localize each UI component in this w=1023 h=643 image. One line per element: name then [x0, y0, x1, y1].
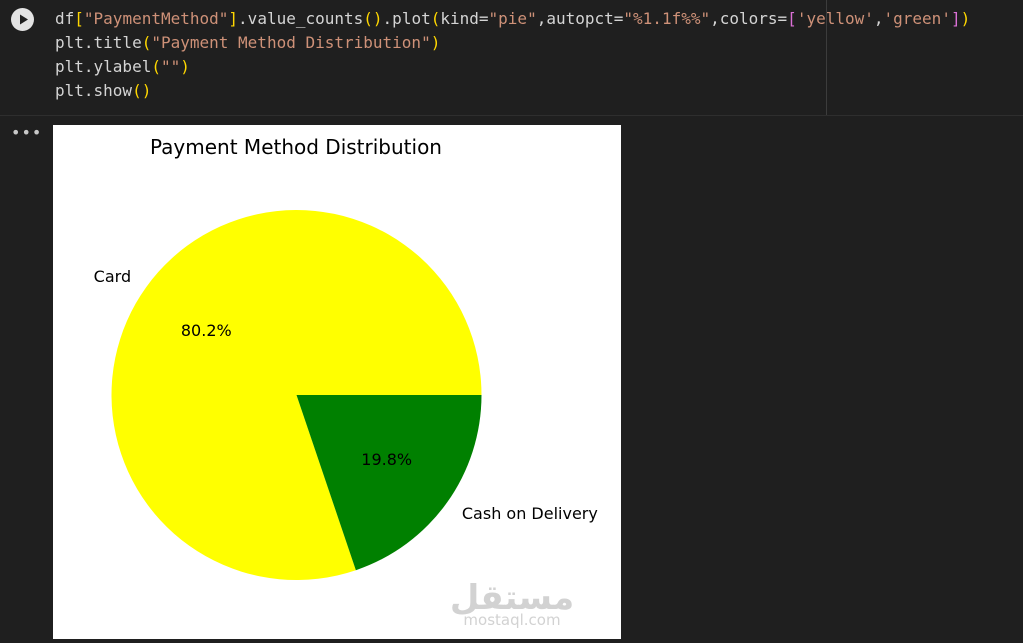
code-token: "Payment Method Distribution" — [151, 33, 431, 52]
code-token: ) — [180, 57, 190, 76]
code-token: 'yellow' — [796, 9, 874, 28]
line-length-ruler — [826, 0, 827, 115]
code-token: plt.title — [55, 33, 142, 52]
slice-percent-label: 19.8% — [361, 450, 412, 469]
code-token: "PaymentMethod" — [83, 9, 229, 28]
code-token: "pie" — [488, 9, 537, 28]
run-cell-button[interactable] — [11, 8, 34, 31]
code-token: ( — [151, 57, 161, 76]
code-token: .value_counts — [238, 9, 364, 28]
code-token: "%1.1f%%" — [623, 9, 711, 28]
watermark-latin: mostaql.com — [463, 611, 560, 629]
code-token: plt.show — [55, 81, 133, 100]
code-token: () — [363, 9, 383, 28]
code-cell[interactable]: df["PaymentMethod"].value_counts().plot(… — [0, 0, 1023, 115]
code-editor[interactable]: df["PaymentMethod"].value_counts().plot(… — [55, 7, 970, 103]
code-line: df["PaymentMethod"].value_counts().plot(… — [55, 9, 970, 28]
code-token: ( — [430, 9, 441, 28]
code-token: ( — [141, 33, 152, 52]
code-line: plt.show() — [55, 81, 151, 100]
code-token: ] — [228, 9, 239, 28]
code-token: ,colors= — [710, 9, 788, 28]
chart-title: Payment Method Distribution — [150, 135, 442, 159]
play-icon — [20, 14, 28, 25]
chart-output: Payment Method Distribution 80.2% Card 19.… — [53, 125, 621, 639]
code-token: 'green' — [883, 9, 951, 28]
code-token: plt.ylabel — [55, 57, 152, 76]
more-horizontal-icon: ••• — [11, 123, 43, 142]
slice-category-label: Cash on Delivery — [462, 504, 598, 523]
pie-chart: Payment Method Distribution 80.2% Card 19.… — [94, 135, 598, 629]
code-token: ,autopct= — [536, 9, 624, 28]
code-line: plt.ylabel("") — [55, 57, 190, 76]
code-token: , — [873, 9, 884, 28]
watermark-logo: مستقل mostaql.com — [450, 578, 574, 629]
code-token: kind= — [440, 9, 489, 28]
code-token: .plot — [382, 9, 431, 28]
code-token: ) — [960, 9, 971, 28]
slice-percent-label: 80.2% — [181, 321, 232, 340]
cell-separator — [0, 115, 1023, 116]
code-token: () — [132, 81, 152, 100]
code-line: plt.title("Payment Method Distribution") — [55, 33, 440, 52]
code-token: ] — [950, 9, 961, 28]
code-token: [ — [74, 9, 84, 28]
slice-category-label: Card — [94, 267, 131, 286]
code-token: ) — [430, 33, 441, 52]
output-menu-button[interactable]: ••• — [11, 125, 42, 141]
code-token: "" — [160, 57, 181, 76]
code-token: df — [55, 9, 75, 28]
code-token: [ — [787, 9, 797, 28]
